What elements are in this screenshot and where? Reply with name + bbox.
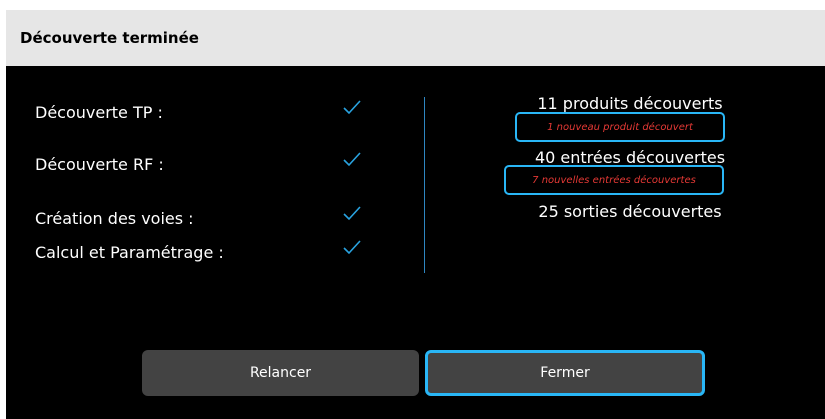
outputs-result: 25 sorties découvertes bbox=[538, 202, 722, 221]
new-inputs-note: 7 nouvelles entrées découvertes bbox=[504, 165, 724, 195]
step-label-channels: Création des voies : bbox=[35, 209, 194, 228]
step-label-rf: Découverte RF : bbox=[35, 155, 164, 174]
dialog-title: Découverte terminée bbox=[20, 29, 199, 47]
step-label-calculation: Calcul et Paramétrage : bbox=[35, 243, 224, 262]
dialog-header: Découverte terminée bbox=[6, 10, 825, 66]
checkmark-icon bbox=[343, 206, 361, 221]
checkmark-icon bbox=[343, 100, 361, 115]
checkmark-icon bbox=[343, 152, 361, 167]
checkmark-icon bbox=[343, 240, 361, 255]
vertical-divider bbox=[424, 97, 425, 273]
step-label-tp: Découverte TP : bbox=[35, 103, 163, 122]
discovery-dialog: Découverte terminée Découverte TP : Déco… bbox=[6, 10, 825, 419]
products-result: 11 produits découverts bbox=[537, 94, 723, 113]
new-products-note: 1 nouveau produit découvert bbox=[515, 112, 725, 142]
close-button[interactable]: Fermer bbox=[425, 350, 705, 396]
relaunch-button[interactable]: Relancer bbox=[142, 350, 419, 396]
